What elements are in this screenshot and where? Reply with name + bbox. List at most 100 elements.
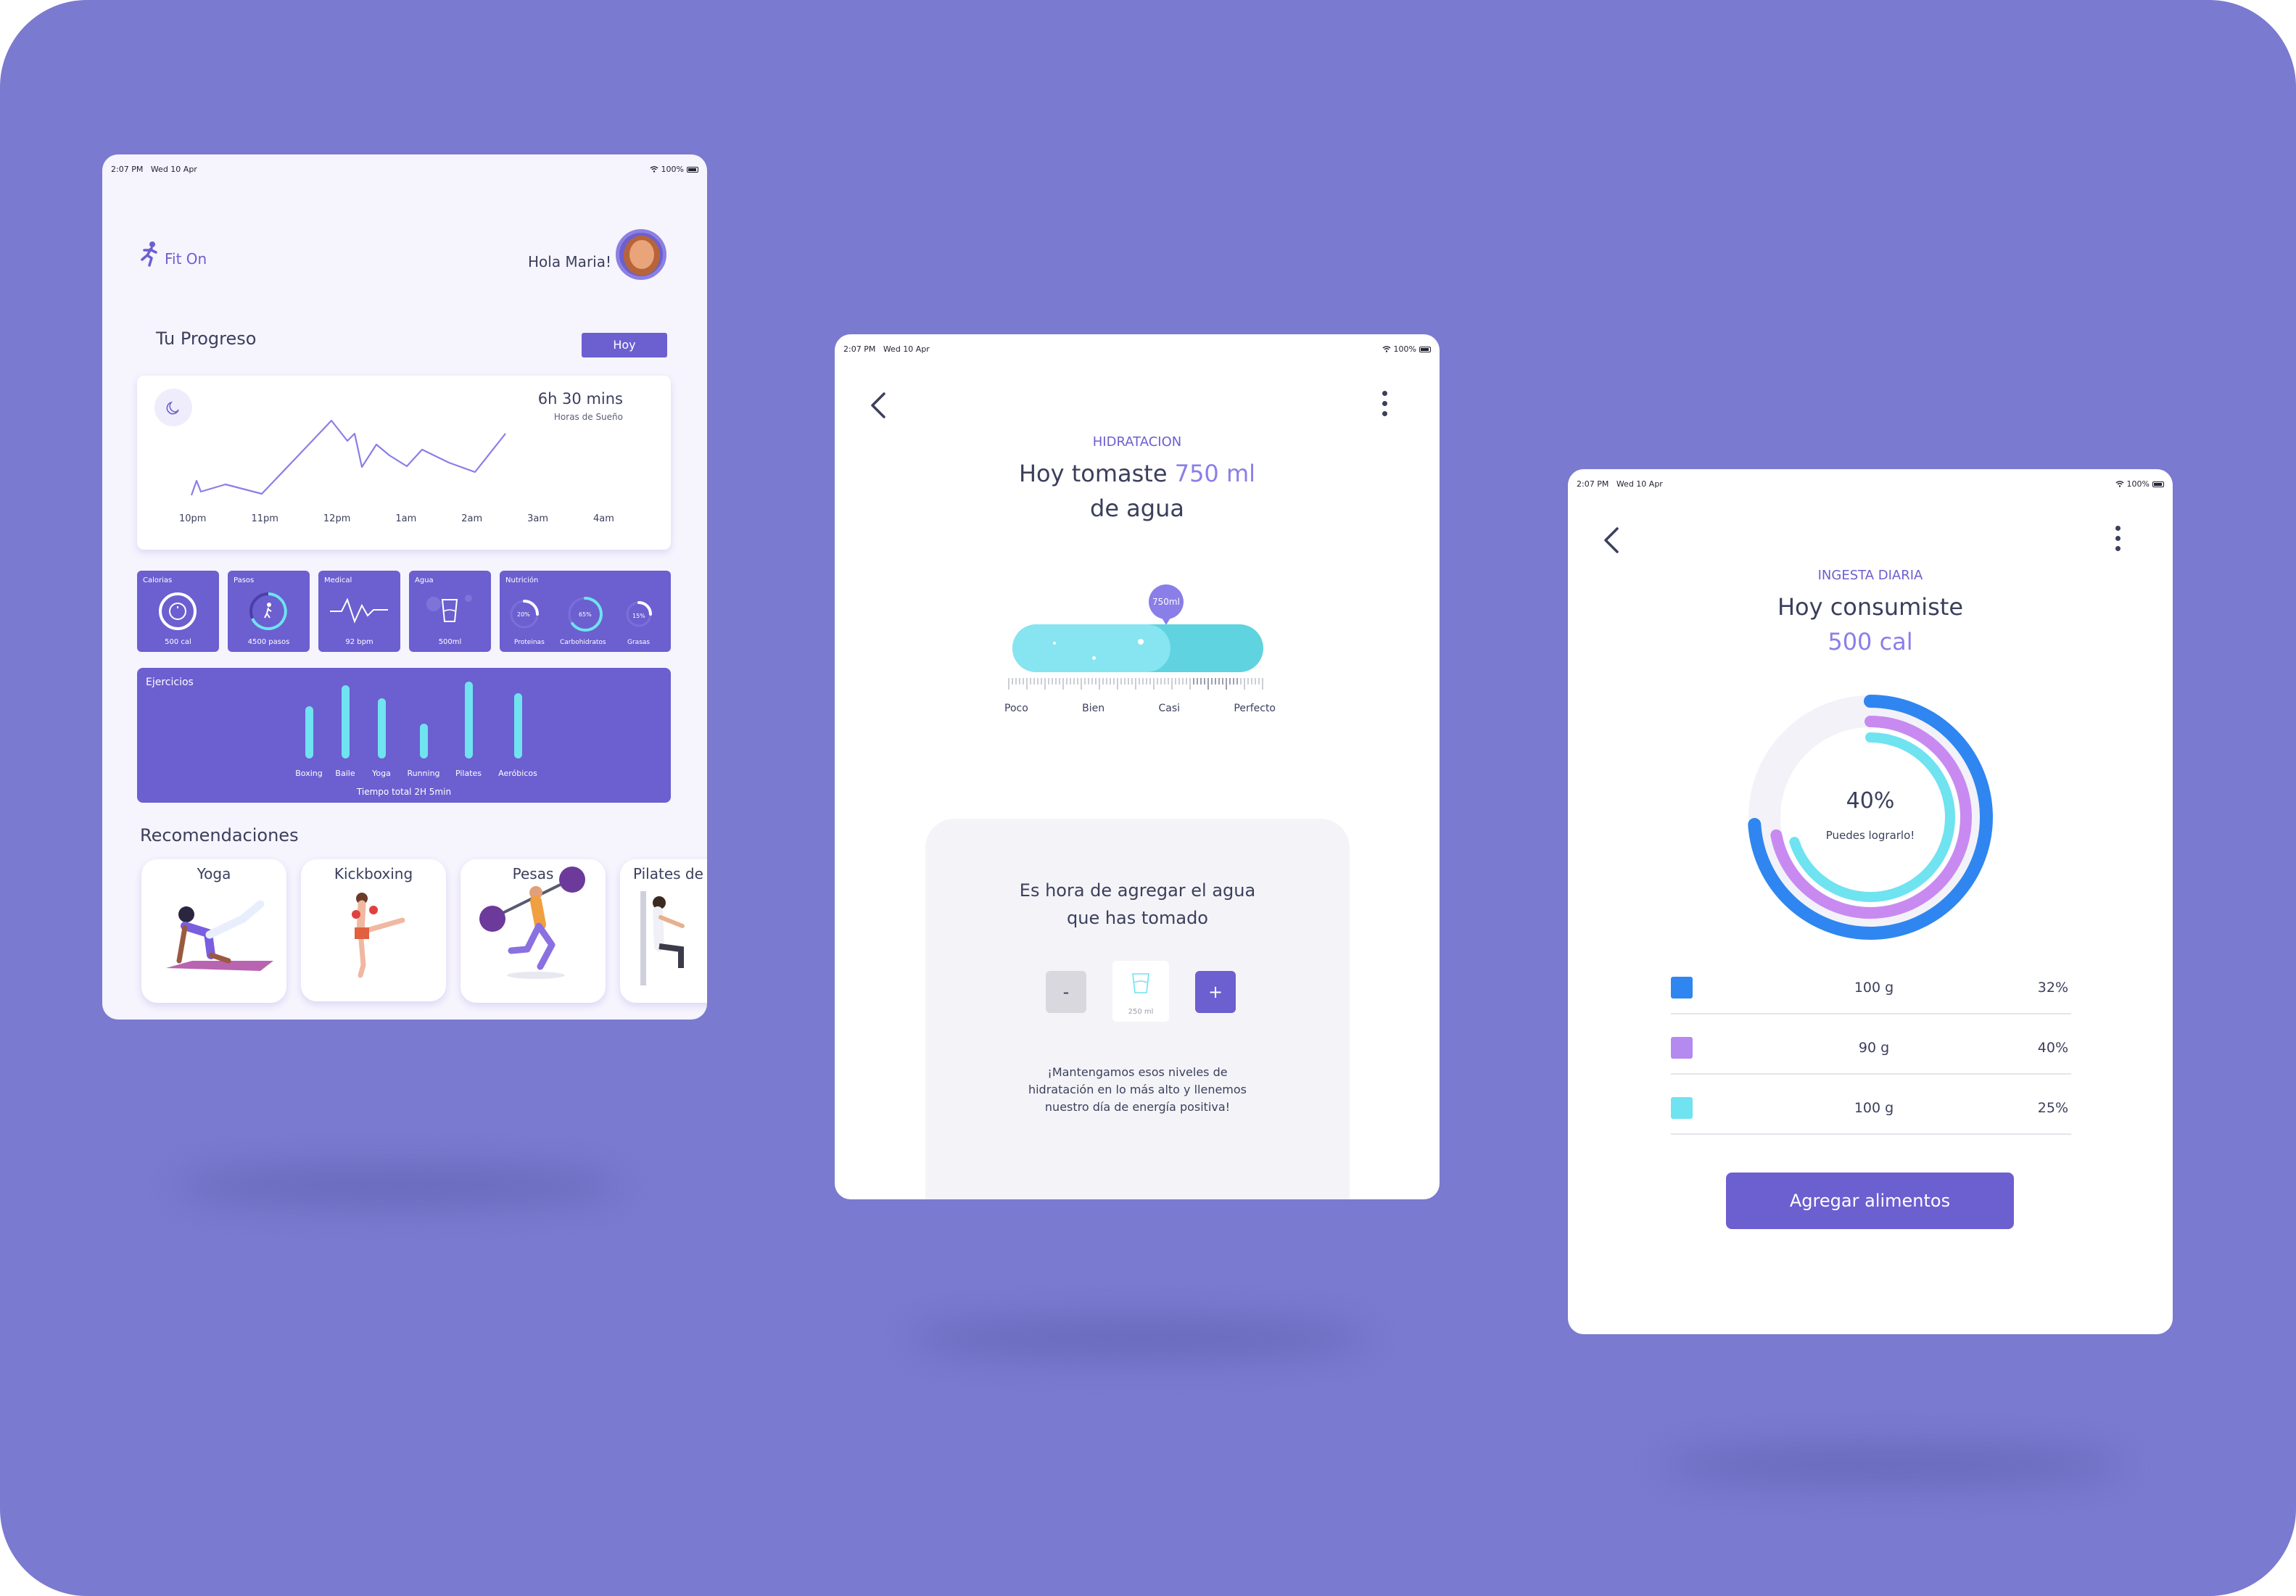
hydration-title: Hoy tomaste 750 ml de agua	[835, 456, 1440, 526]
sleep-tick: 11pm	[251, 513, 278, 524]
tile-title: Pasos	[234, 576, 255, 584]
title-prefix: Hoy tomaste	[1018, 460, 1175, 487]
logo-text: Fit On	[165, 250, 207, 268]
decrease-button[interactable]: -	[1046, 971, 1086, 1013]
battery-percent: 100%	[661, 165, 684, 174]
scale-label: Poco	[1004, 703, 1028, 714]
recommendation-card-kickboxing[interactable]: Kickboxing	[301, 859, 446, 1001]
macro-row: 100 g 25%	[1671, 1097, 2071, 1135]
exercise-bar-label: Yoga	[372, 769, 391, 778]
exercise-bar	[378, 698, 386, 758]
exercise-bar-label: Running	[407, 769, 440, 778]
recommendation-card-yoga[interactable]: Yoga	[141, 859, 286, 1003]
exercise-bar	[514, 692, 522, 758]
steps-ring-icon	[249, 592, 287, 630]
dashboard-screen: 2:07 PM Wed 10 Apr 100% Fit On Hola Mari…	[102, 154, 707, 1020]
screen-shadow	[1661, 1447, 2125, 1483]
glass-selector[interactable]: 250 ml	[1112, 961, 1169, 1022]
macro-percent: 25%	[2037, 1100, 2068, 1116]
intake-percent: 40%	[1846, 788, 1895, 814]
screen-shadow	[907, 1320, 1371, 1356]
intake-screen: 2:07 PM Wed 10 Apr 100% INGESTA DIARIA H…	[1568, 469, 2173, 1334]
exercise-total: Tiempo total 2H 5min	[356, 787, 452, 797]
exercise-bar-label: Aeróbicos	[498, 769, 537, 778]
kickboxing-illustration-icon	[352, 893, 405, 978]
period-button[interactable]: Hoy	[582, 333, 667, 357]
intake-title: Hoy consumiste 500 cal	[1777, 593, 1964, 656]
heartbeat-icon	[330, 598, 388, 624]
wifi-icon	[650, 166, 658, 173]
progress-title: Tu Progreso	[156, 328, 257, 349]
sleep-card[interactable]: 6h 30 mins Horas de Sueño 10pm 11pm 12pm…	[137, 376, 671, 550]
water-sparkle	[1092, 656, 1096, 660]
tile-pasos[interactable]: Pasos 4500 pasos	[228, 571, 310, 652]
tile-agua[interactable]: Agua 500ml	[409, 571, 491, 652]
tile-title: Calorias	[143, 576, 173, 584]
water-sparkle	[1053, 642, 1056, 645]
glass-icon	[1132, 973, 1149, 993]
sleep-tick: 1am	[395, 513, 417, 524]
motivation-message: ¡Mantengamos esos niveles de hidratación…	[1028, 1065, 1247, 1114]
recommendation-card-pilates[interactable]: Pilates de	[620, 859, 707, 1003]
pilates-illustration-icon	[640, 891, 685, 985]
nutrition-label: Grasas	[627, 639, 651, 646]
tile-title: Medical	[324, 576, 352, 584]
macro-swatch	[1671, 977, 1693, 998]
battery-icon	[687, 166, 698, 173]
wifi-icon	[1382, 346, 1391, 352]
scale-label: Bien	[1082, 703, 1105, 714]
app-logo[interactable]: Fit On	[139, 240, 207, 268]
section-caption: HIDRATACION	[1092, 434, 1182, 450]
status-bar: 2:07 PM Wed 10 Apr 100%	[1568, 469, 2173, 503]
nutrition-label: Carbohidratos	[560, 639, 606, 646]
macro-swatch	[1671, 1097, 1693, 1119]
battery-icon	[1419, 346, 1431, 352]
presentation-background: 2:07 PM Wed 10 Apr 100% Fit On Hola Mari…	[0, 0, 2296, 1596]
back-arrow-icon[interactable]	[868, 391, 890, 420]
tile-nutricion[interactable]: Nutrición 20% 65% 15% Proteinas Carbohid…	[500, 571, 671, 652]
more-options-icon[interactable]	[1382, 391, 1387, 416]
tile-value: 4500 pasos	[247, 638, 290, 646]
intake-ring	[1789, 732, 1955, 902]
exercise-bar	[342, 685, 350, 758]
recommendations-title: Recomendaciones	[140, 825, 299, 845]
sleep-tick: 3am	[527, 513, 549, 524]
intake-percent-label: Puedes lograrlo!	[1825, 829, 1915, 842]
scale-label: Perfecto	[1234, 703, 1276, 714]
status-bar: 2:07 PM Wed 10 Apr 100%	[102, 154, 707, 188]
greeting: Hola Maria!	[527, 253, 611, 270]
tile-title: Agua	[415, 576, 434, 584]
exercise-bar-label: Baile	[335, 769, 355, 778]
macro-grams: 100 g	[1854, 980, 1894, 996]
status-bar: 2:07 PM Wed 10 Apr 100%	[835, 334, 1440, 368]
water-scale-labels: Poco Bien Casi Perfecto	[1004, 703, 1276, 714]
macro-row: 100 g 32%	[1671, 977, 2071, 1014]
nutrition-pct: 15%	[632, 613, 645, 619]
tile-value: 500 cal	[165, 638, 191, 646]
back-arrow-icon[interactable]	[1601, 526, 1623, 555]
title-suffix: de agua	[1090, 495, 1184, 522]
water-level-slider[interactable]	[1012, 624, 1263, 672]
macro-row: 90 g 40%	[1671, 1037, 2071, 1075]
water-glass-icon	[426, 595, 472, 622]
water-scale-ruler	[1008, 678, 1263, 690]
exercise-bar-label: Boxing	[295, 769, 323, 778]
water-sparkle	[1138, 639, 1144, 645]
macro-percent: 32%	[2037, 980, 2068, 996]
more-options-icon[interactable]	[2115, 526, 2121, 551]
exercise-bar-label: Pilates	[455, 769, 482, 778]
avatar[interactable]	[616, 229, 666, 280]
increase-button[interactable]: +	[1195, 971, 1236, 1013]
tile-calorias[interactable]: Calorias 500 cal	[137, 571, 219, 652]
add-food-button[interactable]: Agregar alimentos	[1726, 1173, 2014, 1229]
tile-value: 500ml	[438, 638, 462, 646]
exercise-card[interactable]: Ejercicios Boxing Baile Yoga Running Pilates…	[137, 668, 671, 803]
status-date: Wed 10 Apr	[883, 344, 930, 354]
tile-medical[interactable]: Medical 92 bpm	[318, 571, 400, 652]
macro-grams: 100 g	[1854, 1100, 1894, 1116]
sleep-tick: 2am	[461, 513, 483, 524]
recommendation-card-pesas[interactable]: Pesas	[461, 859, 606, 1003]
status-date: Wed 10 Apr	[1616, 479, 1663, 489]
status-time: 2:07 PM	[111, 165, 144, 174]
status-time: 2:07 PM	[843, 344, 876, 354]
